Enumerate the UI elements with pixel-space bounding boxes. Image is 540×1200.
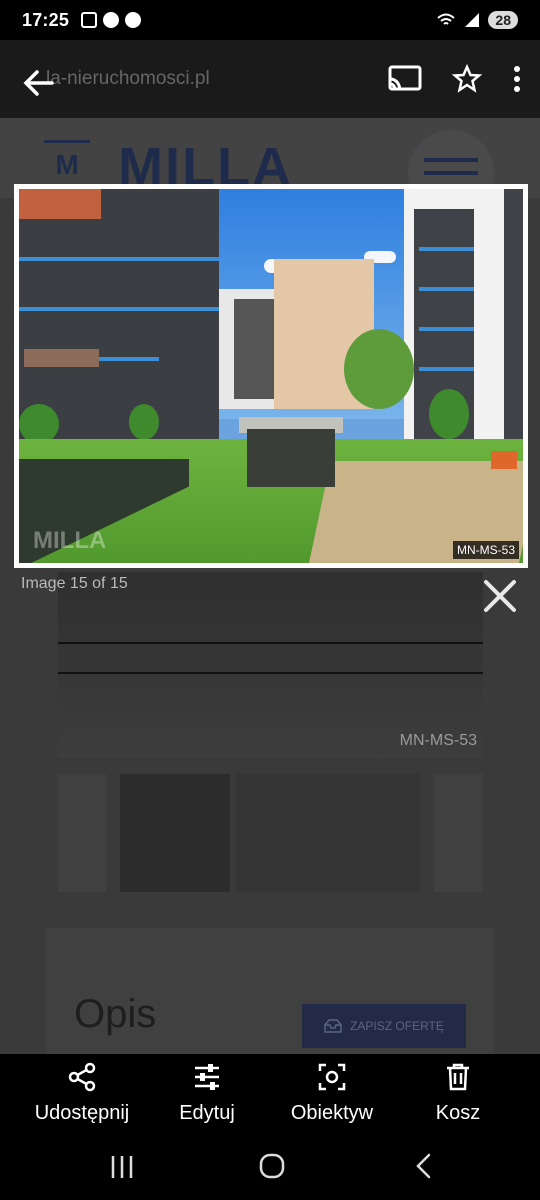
notification-icons [81, 12, 142, 28]
trash-label: Kosz [435, 1102, 481, 1124]
trash-button[interactable]: Kosz [430, 1062, 486, 1125]
screenshot-icon [81, 12, 98, 28]
sliders-icon [195, 1064, 219, 1090]
browser-toolbar: la-nieruchomosci.pl [0, 40, 540, 118]
more-menu-icon[interactable] [512, 64, 522, 94]
logo-mark: M [44, 140, 90, 186]
lens-label: Obiektyw [290, 1102, 374, 1124]
home-icon[interactable] [258, 1152, 286, 1180]
thumb-prev[interactable] [58, 774, 106, 892]
status-time: 17:25 [22, 9, 70, 30]
thumbnail[interactable] [236, 774, 420, 892]
image-counter: Image 15 of 15 [21, 575, 128, 592]
trash-icon [447, 1063, 469, 1091]
lens-icon [318, 1063, 346, 1091]
share-label: Udostępnij [34, 1102, 130, 1124]
background-gallery-photo: MN-MS-53 [58, 572, 483, 758]
thumb-next[interactable] [434, 774, 483, 892]
gallery-action-bar: Udostępnij Edytuj Obiektyw Kosz [0, 1054, 540, 1134]
enlarged-photo[interactable]: MILLA MN-MS-53 [14, 184, 528, 568]
url-text[interactable]: la-nieruchomosci.pl [46, 68, 210, 90]
battery-level: 28 [488, 11, 518, 29]
section-title: Opis [74, 992, 157, 1036]
status-bar: 17:25 28 [0, 0, 540, 40]
thumbnail-strip [58, 774, 483, 892]
thumbnail[interactable] [120, 774, 230, 892]
save-offer-button[interactable]: ZAPISZ OFERTĘ [302, 1004, 466, 1048]
signal-icon [465, 13, 480, 27]
photo-watermark: MILLA [33, 527, 107, 554]
photo-shed [247, 429, 335, 487]
back-icon[interactable] [412, 1152, 436, 1180]
recents-icon[interactable] [110, 1154, 134, 1180]
lens-button[interactable]: Obiektyw [282, 1062, 382, 1125]
back-arrow-icon[interactable] [22, 66, 56, 100]
system-nav-bar [0, 1134, 540, 1200]
share-icon [68, 1062, 96, 1092]
edit-label: Edytuj [179, 1102, 235, 1124]
messenger-icon [103, 12, 120, 28]
close-icon[interactable] [480, 576, 520, 616]
messenger-icon-2 [125, 12, 142, 28]
wifi-icon [437, 13, 456, 25]
photo-tag: MN-MS-53 [452, 541, 519, 559]
save-offer-label: ZAPISZ OFERTĘ [350, 1019, 444, 1033]
background-photo-tag: MN-MS-53 [399, 732, 477, 749]
share-button[interactable]: Udostępnij [26, 1062, 138, 1125]
edit-button[interactable]: Edytuj [170, 1062, 244, 1125]
cast-icon[interactable] [388, 65, 422, 93]
inbox-icon [324, 1019, 342, 1033]
star-icon[interactable] [452, 64, 482, 94]
